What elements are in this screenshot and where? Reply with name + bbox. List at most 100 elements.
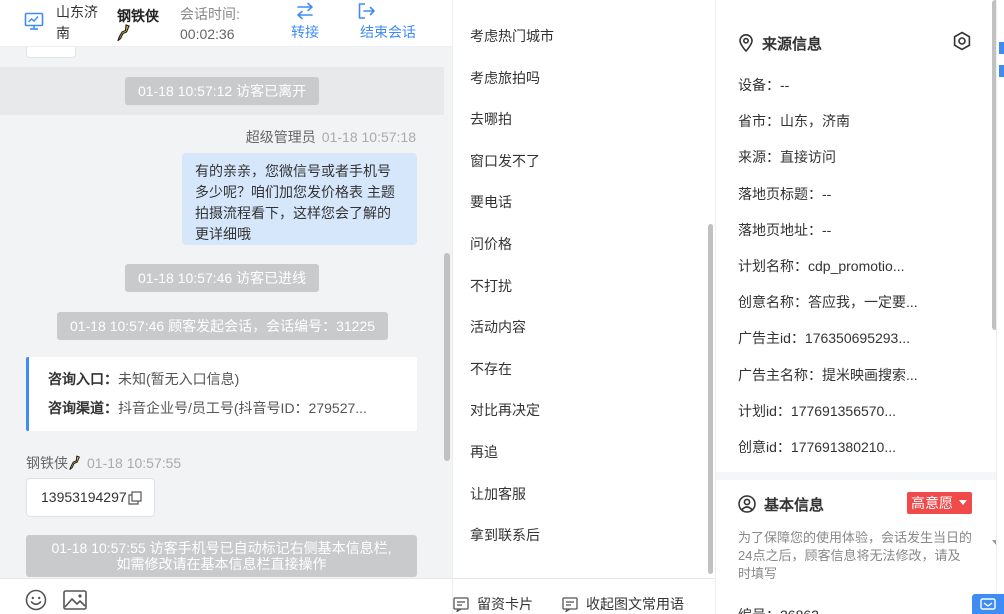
lead-card-button[interactable]: 留资卡片: [453, 594, 533, 614]
quick-reply-item[interactable]: 不存在: [470, 359, 512, 379]
chat-panel: 山东济南 钢铁侠 会话时间: 00:02:36 转接 结束会话 01-18 10…: [0, 0, 452, 614]
consult-entry-row: 咨询入口：未知(暂无入口信息): [48, 368, 417, 397]
quick-reply-item[interactable]: 考虑旅拍吗: [470, 68, 540, 88]
settings-icon[interactable]: [952, 31, 972, 51]
quick-reply-scrollbar[interactable]: [708, 224, 713, 574]
source-info-heading: 来源信息: [738, 33, 822, 54]
admin-message-bubble: 有的亲亲，您微信号或者手机号多少呢？咱们加您发价格表 主题拍摄流程看下，这样您会…: [182, 153, 417, 245]
source-info-row: 广告主id：176350695293...: [738, 328, 928, 348]
source-info-label: 落地页地址：: [738, 221, 822, 238]
quick-reply-item[interactable]: 去哪拍: [470, 109, 512, 129]
system-message-visitor-left: 01-18 10:57:12 访客已离开: [125, 77, 320, 105]
quick-reply-item[interactable]: 要电话: [470, 192, 512, 212]
quick-reply-item[interactable]: 窗口发不了: [470, 151, 540, 171]
intent-level-dropdown[interactable]: 高意愿: [907, 492, 972, 514]
system-message-phone-marked: 01-18 10:57:55 访客手机号已自动标记右侧基本信息栏, 如需修改请在…: [26, 535, 417, 577]
edit-deadline-notice: 为了保障您的使用体验，会话发生当日的24点之后，顾客信息将无法修改，请及时填写: [738, 530, 973, 581]
user-icon: [738, 495, 756, 513]
source-info-title: 来源信息: [762, 36, 823, 53]
source-info-label: 广告主名称：: [738, 366, 822, 383]
transfer-button[interactable]: 转接: [287, 2, 323, 42]
quick-reply-item[interactable]: 问价格: [470, 234, 512, 254]
source-info-row: 创意名称：答应我，一定要...: [738, 292, 928, 312]
source-info-value: 山东，济南: [780, 113, 850, 130]
customer-number-row: 编号：26862: [738, 605, 819, 614]
collapse-quick-replies-label: 收起图文常用语: [586, 596, 684, 612]
source-info-row: 落地页地址：--: [738, 220, 928, 240]
source-info-row: 计划id：177691356570...: [738, 401, 928, 421]
quick-reply-item[interactable]: 拿到联系后: [470, 525, 540, 545]
admin-sender-line: 超级管理员 01-18 10:57:18: [246, 127, 416, 147]
exit-icon: [358, 3, 375, 19]
source-info-value: 177691356570...: [790, 402, 897, 419]
copy-icon[interactable]: [128, 491, 142, 505]
consult-channel-key: 咨询渠道：: [48, 400, 118, 416]
quick-reply-item[interactable]: 对比再决定: [470, 400, 540, 420]
system-message-session-started: 01-18 10:57:46 顾客发起会话，会话编号：31225: [57, 312, 389, 340]
phone-marked-line-1: 01-18 10:57:55 访客手机号已自动标记右侧基本信息栏,: [51, 540, 392, 556]
consult-entry-value: 未知(暂无入口信息): [118, 371, 240, 387]
chat-header: 山东济南 钢铁侠 会话时间: 00:02:36 转接 结束会话: [0, 0, 452, 47]
chat-scrollbar[interactable]: [444, 253, 450, 461]
image-icon[interactable]: [63, 590, 87, 610]
end-session-label: 结束会话: [360, 24, 416, 40]
visitor-phone-text: 13953194297: [41, 489, 127, 505]
card-icon: [453, 597, 469, 613]
session-time-label: 会话时间:: [180, 6, 240, 22]
quick-reply-item[interactable]: 不打扰: [470, 276, 512, 296]
douyin-badge-icon: [69, 455, 80, 470]
admin-message-time: 01-18 10:57:18: [321, 129, 416, 145]
customer-service-workspace: 山东济南 钢铁侠 会话时间: 00:02:36 转接 结束会话 01-18 10…: [0, 0, 1004, 614]
source-info-label: 计划id：: [738, 402, 791, 419]
quick-reply-footer: 留资卡片 收起图文常用语: [453, 578, 716, 614]
source-info-label: 广告主id：: [738, 330, 805, 347]
transfer-label: 转接: [291, 24, 319, 40]
message-icon: [562, 597, 578, 613]
phone-marked-line-2: 如需修改请在基本信息栏直接操作: [116, 556, 327, 572]
source-info-label: 来源：: [738, 149, 780, 166]
source-info-value: --: [822, 185, 832, 202]
consult-channel-row: 咨询渠道：抖音企业号/员工号(抖音号ID：279527...: [48, 397, 417, 426]
emoji-icon[interactable]: [25, 589, 47, 611]
edge-indicator: [999, 42, 1004, 54]
source-info-label: 计划名称：: [738, 258, 808, 274]
source-info-value: 直接访问: [780, 149, 836, 166]
floating-chat-button[interactable]: [972, 594, 1004, 614]
source-info-label: 落地页标题：: [738, 185, 822, 202]
source-info-row: 广告主名称：提米映画搜索...: [738, 365, 928, 385]
quick-reply-item[interactable]: 让加客服: [470, 484, 526, 504]
quick-reply-item[interactable]: 考虑热门城市: [470, 26, 554, 46]
admin-sender-name: 超级管理员: [245, 129, 316, 145]
source-info-value: 176350695293...: [804, 330, 911, 347]
source-info-row: 落地页标题：--: [738, 184, 928, 204]
visitor-sender-name: 钢铁侠: [26, 455, 68, 471]
quick-reply-item[interactable]: 活动内容: [470, 317, 526, 337]
source-info-label: 设备：: [738, 77, 780, 93]
consult-entry-key: 咨询入口：: [48, 371, 118, 387]
lead-card-label: 留资卡片: [477, 596, 533, 612]
quick-reply-item[interactable]: 再追: [470, 442, 498, 462]
system-message-visitor-entered: 01-18 10:57:46 访客已进线: [125, 264, 320, 292]
source-info-row: 设备：--: [738, 75, 928, 95]
source-info-row: 省市：山东，济南: [738, 111, 928, 131]
intent-level-value: 高意愿: [911, 495, 953, 511]
douyin-badge-icon: [117, 24, 130, 42]
quick-reply-panel: 考虑热门城市 考虑旅拍吗去哪拍窗口发不了要电话问价格不打扰活动内容不存在对比再决定…: [452, 0, 716, 614]
source-info-label: 省市：: [738, 113, 780, 130]
chat-bubble-icon: [980, 598, 996, 610]
session-time-value: 00:02:36: [180, 26, 235, 42]
caret-down-icon: [959, 500, 967, 505]
end-session-button[interactable]: 结束会话: [355, 2, 421, 42]
source-info-row: 创意id：177691380210...: [738, 437, 928, 457]
visitor-location: 山东济南: [56, 4, 98, 41]
source-info-value: cdp_promotio...: [808, 258, 905, 274]
section-divider: [716, 472, 1004, 480]
visitor-info-panel: 来源信息 设备：-- 省市：山东，济南 来源：直接访问 落地页标题：-- 落地页地址：-…: [715, 0, 1004, 614]
collapse-quick-replies-button[interactable]: 收起图文常用语: [562, 594, 684, 614]
visitor-phone-message: 13953194297: [26, 478, 155, 517]
monitor-icon: [24, 12, 44, 30]
consult-channel-value: 抖音企业号/员工号(抖音号ID：279527...: [118, 400, 367, 416]
transfer-icon: [297, 2, 313, 20]
visitor-message-time: 01-18 10:57:55: [87, 455, 182, 471]
basic-info-heading: 基本信息: [738, 494, 824, 515]
